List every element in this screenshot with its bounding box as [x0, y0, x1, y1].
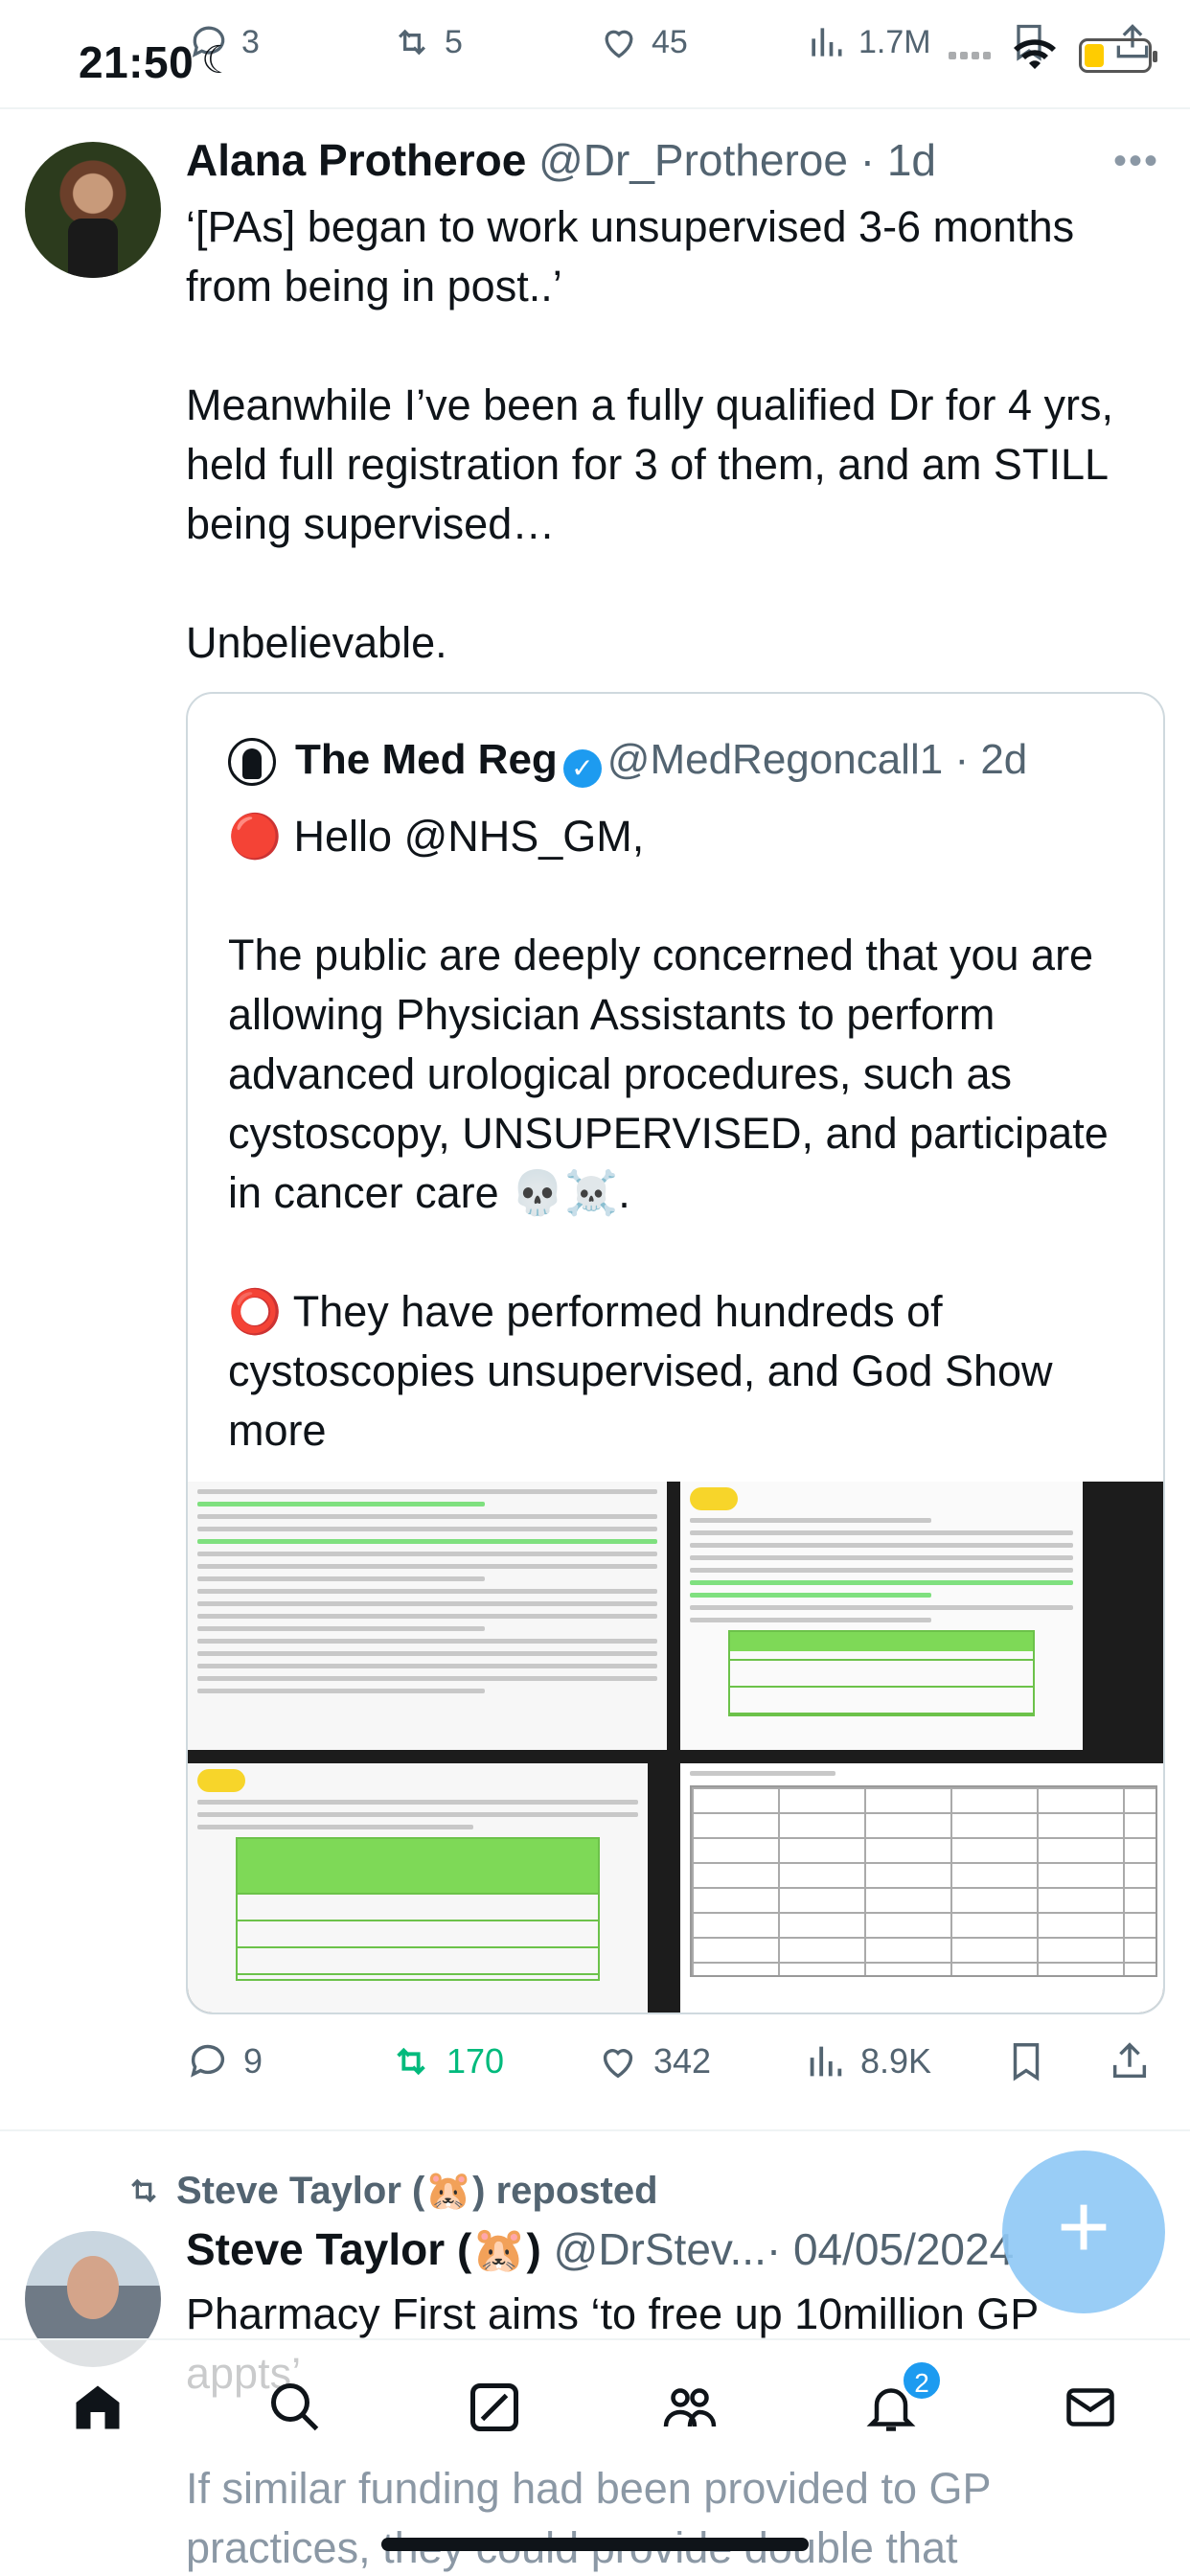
views-count: 1.7M	[858, 23, 931, 60]
repost-icon	[398, 29, 426, 56]
reply-icon	[191, 2044, 225, 2078]
reply-count: 3	[241, 23, 260, 60]
repost-action-ghost[interactable]: 5	[391, 21, 463, 63]
focus-moon-icon: ☾	[201, 39, 236, 81]
notification-badge: 2	[901, 2359, 943, 2402]
communities-icon	[663, 2388, 717, 2427]
quoted-tweet[interactable]: The Med Reg ✓ @MedRegoncall1 · 2d 🔴 Hello …	[186, 692, 1165, 2014]
more-options-icon[interactable]: •••	[1113, 140, 1159, 183]
quoted-header: The Med Reg ✓ @MedRegoncall1 · 2d	[295, 736, 1027, 788]
like-count: 342	[653, 2041, 712, 2081]
tweet-header: Steve Taylor (🐹) @DrStev...· 04/05/2024	[186, 2223, 1014, 2276]
system-icons	[949, 38, 1157, 73]
repost-indicator[interactable]: Steve Taylor (🐹) reposted	[125, 2168, 658, 2213]
quoted-author-name: The Med Reg	[295, 736, 558, 783]
quoted-age: · 2d	[954, 736, 1028, 783]
battery-icon	[1079, 38, 1157, 73]
divider	[0, 2129, 1190, 2131]
tab-home[interactable]	[69, 2379, 126, 2436]
views-icon	[810, 2046, 842, 2077]
tweet-age: · 1d	[859, 135, 936, 185]
quoted-avatar	[228, 738, 276, 786]
wifi-icon	[1014, 39, 1056, 69]
heart-icon	[603, 2049, 633, 2079]
bookmark-icon	[1013, 2043, 1040, 2082]
cellular-signal-icon	[949, 52, 991, 59]
tweet-text-continued: If similar funding had been provided to …	[186, 2464, 991, 2572]
views-button[interactable]: 8.9K	[803, 2039, 931, 2083]
share-icon	[1112, 2042, 1147, 2079]
home-indicator[interactable]	[381, 2538, 809, 2551]
quoted-body: 🔴 Hello @NHS_GM, The public are deeply c…	[228, 812, 1109, 1395]
reply-count: 9	[243, 2041, 263, 2081]
quoted-text: 🔴 Hello @NHS_GM, The public are deeply c…	[228, 807, 1148, 1460]
media-image-1[interactable]	[188, 1482, 667, 1750]
repost-count: 5	[445, 23, 463, 60]
like-count: 45	[652, 23, 688, 60]
grok-icon	[470, 2383, 518, 2431]
repost-icon	[131, 2178, 156, 2202]
tweet-actions: 9 170 342 8.9K	[186, 2039, 1154, 2097]
tab-bar	[0, 2338, 1190, 2472]
media-grid[interactable]	[188, 1482, 1163, 2012]
author-handle[interactable]: @DrStev...	[554, 2224, 767, 2274]
views-icon	[812, 28, 842, 57]
home-icon	[76, 2385, 120, 2429]
like-action-ghost[interactable]: 45	[598, 21, 688, 63]
heart-icon	[605, 30, 633, 58]
compose-button[interactable]: +	[1002, 2150, 1165, 2313]
status-bar: 3 5 45 1.7M 21:50 ☾	[0, 0, 1190, 107]
tab-messages[interactable]	[1062, 2379, 1119, 2436]
divider	[0, 107, 1190, 109]
tweet-date: · 04/05/2024	[766, 2224, 1015, 2274]
bookmark-button[interactable]	[1004, 2039, 1048, 2083]
tweet-text: ‘[PAs] began to work unsupervised 3-6 mo…	[186, 202, 1113, 667]
tab-search[interactable]	[266, 2379, 324, 2436]
media-image-4[interactable]	[680, 1763, 1163, 2012]
search-icon	[271, 2383, 319, 2431]
tab-grok[interactable]	[466, 2379, 523, 2436]
reposted-by-label: Steve Taylor (🐹) reposted	[176, 2170, 658, 2212]
author-handle[interactable]: @Dr_Protheroe	[538, 135, 848, 185]
reply-button[interactable]: 9	[186, 2039, 263, 2083]
tab-communities[interactable]	[661, 2379, 719, 2436]
repost-icon	[397, 2047, 425, 2076]
like-button[interactable]: 342	[596, 2039, 711, 2083]
tweet-header: Alana Protheroe @Dr_Protheroe · 1d	[186, 134, 936, 186]
author-name[interactable]: Steve Taylor (🐹)	[186, 2224, 541, 2274]
plus-icon: +	[1056, 2175, 1111, 2278]
author-name[interactable]: Alana Protheroe	[186, 135, 526, 185]
share-button[interactable]	[1108, 2039, 1152, 2083]
quoted-handle: @MedRegoncall1	[606, 736, 944, 783]
views-count: 8.9K	[860, 2041, 932, 2081]
avatar[interactable]	[25, 142, 161, 278]
verified-badge-icon: ✓	[562, 749, 602, 788]
clock: 21:50	[79, 37, 195, 87]
repost-count: 170	[446, 2041, 505, 2081]
mail-icon	[1066, 2388, 1114, 2426]
views-action-ghost[interactable]: 1.7M	[805, 21, 931, 63]
repost-button[interactable]: 170	[389, 2039, 504, 2083]
media-image-3[interactable]	[188, 1763, 648, 2012]
media-image-2[interactable]	[680, 1482, 1083, 1750]
